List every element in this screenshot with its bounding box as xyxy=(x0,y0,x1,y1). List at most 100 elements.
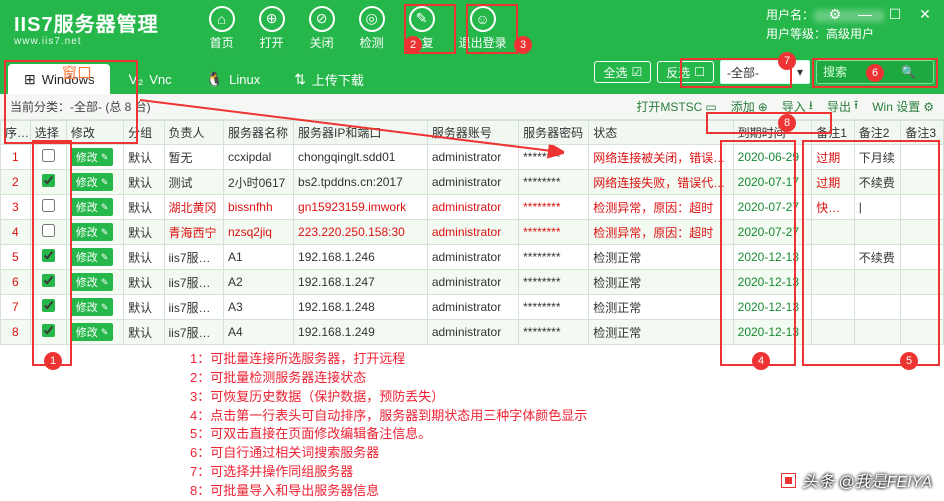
legend-line: 3：可恢复历史数据（保护数据，预防丢失） xyxy=(190,388,587,407)
tab-linux[interactable]: 🐧Linux xyxy=(190,64,277,94)
col-header[interactable]: 负责人 xyxy=(164,121,223,145)
expire-cell: 2020-12-13 xyxy=(733,295,812,320)
windows-icon: ⊞ xyxy=(24,71,36,88)
tab-windows[interactable]: ⊞Windows xyxy=(8,64,110,94)
minimize-button[interactable]: — xyxy=(854,4,876,24)
open-mstsc-button[interactable]: 打开MSTSC ▭ xyxy=(636,98,716,115)
modify-button[interactable]: 修改 ✎ xyxy=(71,298,114,316)
close-icon: ⊘ xyxy=(309,6,335,32)
tool-restore[interactable]: ✎恢复 xyxy=(409,6,435,51)
expire-cell: 2020-07-27 xyxy=(733,195,812,220)
modify-button[interactable]: 修改 ✎ xyxy=(71,248,114,266)
linux-icon: 🐧 xyxy=(206,71,223,88)
modify-button[interactable]: 修改 ✎ xyxy=(71,273,114,291)
home-icon: ⌂ xyxy=(209,6,235,32)
modify-button[interactable]: 修改 ✎ xyxy=(71,173,114,191)
app-logo: IIS7服务器管理 www.iis7.net xyxy=(0,10,171,47)
expire-cell: 2020-07-17 xyxy=(733,170,812,195)
col-header[interactable]: 到期时间 xyxy=(733,121,812,145)
updown-icon: ⇅ xyxy=(294,71,306,88)
open-icon: ⊕ xyxy=(259,6,285,32)
col-header[interactable]: 分组 xyxy=(124,121,164,145)
tab-vnc[interactable]: V₂Vnc xyxy=(112,64,187,94)
legend-line: 4：点击第一行表头可自动排序，服务器到期状态用三种字体颜色显示 xyxy=(190,407,587,426)
tool-close[interactable]: ⊘关闭 xyxy=(309,6,335,51)
win-settings-button[interactable]: Win 设置 ⚙ xyxy=(872,98,934,115)
col-header[interactable]: 服务器账号 xyxy=(427,121,518,145)
select-all-button[interactable]: 全选☑ xyxy=(594,61,651,83)
summary-text: 当前分类：-全部- (总 8 台) xyxy=(10,98,151,115)
add-button[interactable]: 添加 ⊕ xyxy=(731,98,768,115)
tool-home[interactable]: ⌂首页 xyxy=(209,6,235,51)
status-cell: 检测正常 xyxy=(589,295,733,320)
expire-cell: 2020-06-29 xyxy=(733,145,812,170)
legend-line: 2：可批量检测服务器连接状态 xyxy=(190,369,587,388)
app-title: IIS7服务器管理 xyxy=(14,14,159,36)
tool-open[interactable]: ⊕打开 xyxy=(259,6,285,51)
modify-button[interactable]: 修改 ✎ xyxy=(71,198,114,216)
row-checkbox[interactable] xyxy=(42,224,55,237)
modify-button[interactable]: 修改 ✎ xyxy=(71,148,114,166)
badge-5: 5 xyxy=(900,352,918,370)
table-header-row[interactable]: 序号选择修改分组负责人服务器名称服务器IP和端口服务器账号服务器密码状态到期时间… xyxy=(1,121,944,145)
row-checkbox[interactable] xyxy=(42,299,55,312)
modify-button[interactable]: 修改 ✎ xyxy=(71,223,114,241)
badge-4: 4 xyxy=(752,352,770,370)
col-header[interactable]: 状态 xyxy=(589,121,733,145)
col-header[interactable]: 备注3 xyxy=(901,121,944,145)
window-controls: ⚙ — ☐ ✕ xyxy=(824,4,936,24)
tool-detect[interactable]: ◎检测 xyxy=(359,6,385,51)
search-icon[interactable]: 🔍 xyxy=(901,65,916,79)
title-bar: IIS7服务器管理 www.iis7.net ⌂首页 ⊕打开 ⊘关闭 ◎检测 ✎恢复 ☺退… xyxy=(0,0,944,56)
col-header[interactable]: 备注1 xyxy=(812,121,854,145)
table-row[interactable]: 6修改 ✎默认iis7服务器A2192.168.1.247administrat… xyxy=(1,270,944,295)
tool-logout[interactable]: ☺退出登录 xyxy=(459,6,507,51)
status-cell: 网络连接被关闭，错误代码 xyxy=(589,145,733,170)
status-cell: 检测异常，原因：超时 xyxy=(589,195,733,220)
table-row[interactable]: 1修改 ✎默认暂无ccxipdalchongqinglt.sdd01admini… xyxy=(1,145,944,170)
col-header[interactable]: 选择 xyxy=(30,121,66,145)
col-header[interactable]: 服务器IP和端口 xyxy=(294,121,428,145)
table-row[interactable]: 2修改 ✎默认测试2小时0617bs2.tpddns.cn:2017admini… xyxy=(1,170,944,195)
table-row[interactable]: 5修改 ✎默认iis7服务器A1192.168.1.246administrat… xyxy=(1,245,944,270)
row-checkbox[interactable] xyxy=(42,324,55,337)
col-header[interactable]: 服务器名称 xyxy=(223,121,293,145)
window-tab-label: 窗口 xyxy=(62,62,92,83)
restore-icon: ✎ xyxy=(409,6,435,32)
server-grid: 序号选择修改分组负责人服务器名称服务器IP和端口服务器账号服务器密码状态到期时间… xyxy=(0,120,944,345)
detect-icon: ◎ xyxy=(359,6,385,32)
row-checkbox[interactable] xyxy=(42,274,55,287)
action-bar: 打开MSTSC ▭ 添加 ⊕ 导入 ⭳ 导出 ⭱ Win 设置 ⚙ xyxy=(636,96,934,117)
invert-select-button[interactable]: 反选☐ xyxy=(657,61,714,83)
legend-line: 8：可批量导入和导出服务器信息 xyxy=(190,482,587,501)
table-row[interactable]: 7修改 ✎默认iis7服务器A3192.168.1.248administrat… xyxy=(1,295,944,320)
legend-line: 6：可自行通过相关词搜索服务器 xyxy=(190,444,587,463)
row-checkbox[interactable] xyxy=(42,174,55,187)
search-box[interactable]: 🔍 xyxy=(816,60,934,84)
col-header[interactable]: 修改 xyxy=(66,121,123,145)
watermark: 头条 @我是FEIYA xyxy=(781,468,932,492)
export-button[interactable]: 导出 ⭱ xyxy=(827,96,858,117)
import-button[interactable]: 导入 ⭳ xyxy=(782,96,813,117)
table-row[interactable]: 3修改 ✎默认湖北黄冈bissnfhhgn15923159.imworkadmi… xyxy=(1,195,944,220)
table-row[interactable]: 8修改 ✎默认iis7服务器A4192.168.1.249administrat… xyxy=(1,320,944,345)
status-cell: 检测正常 xyxy=(589,245,733,270)
col-header[interactable]: 备注2 xyxy=(854,121,901,145)
status-cell: 检测正常 xyxy=(589,320,733,345)
settings-icon[interactable]: ⚙ xyxy=(824,4,846,24)
tab-updown[interactable]: ⇅上传下载 xyxy=(278,64,380,94)
row-checkbox[interactable] xyxy=(42,149,55,162)
badge-1: 1 xyxy=(44,352,62,370)
legend-line: 5：可双击直接在页面修改编辑备注信息。 xyxy=(190,425,587,444)
group-filter-dropdown[interactable]: -全部-▾ xyxy=(720,60,810,84)
row-checkbox[interactable] xyxy=(42,199,55,212)
search-input[interactable] xyxy=(823,65,901,79)
col-header[interactable]: 序号 xyxy=(1,121,31,145)
modify-button[interactable]: 修改 ✎ xyxy=(71,323,114,341)
table-row[interactable]: 4修改 ✎默认青海西宁nzsq2jiq223.220.250.158:30adm… xyxy=(1,220,944,245)
row-checkbox[interactable] xyxy=(42,249,55,262)
col-header[interactable]: 服务器密码 xyxy=(519,121,589,145)
legend: 1：可批量连接所选服务器，打开远程2：可批量检测服务器连接状态3：可恢复历史数据… xyxy=(190,350,587,501)
maximize-button[interactable]: ☐ xyxy=(884,4,906,24)
close-button[interactable]: ✕ xyxy=(914,4,936,24)
